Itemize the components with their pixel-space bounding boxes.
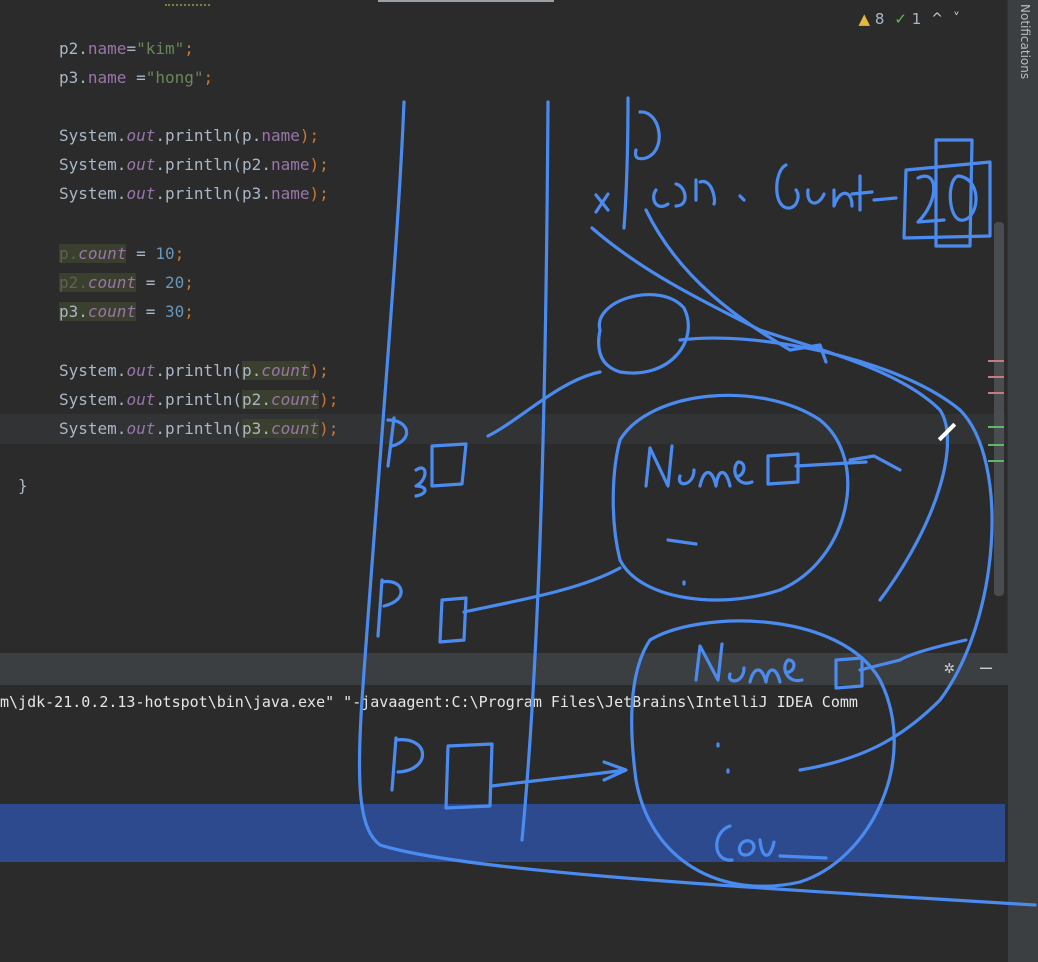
inspections-widget[interactable]: ▲ 8 ✓ 1 ^ ˅ — [858, 8, 960, 30]
change-stripe-mark[interactable] — [988, 426, 1004, 428]
warning-triangle-icon: ▲ — [858, 10, 871, 28]
change-stripe-mark[interactable] — [988, 444, 1004, 446]
error-underline — [165, 0, 210, 6]
editor-scrollbar[interactable] — [994, 222, 1004, 596]
gear-icon[interactable]: ✲ — [944, 657, 955, 678]
notifications-tab[interactable]: Notifications — [1018, 4, 1032, 79]
console-selection — [0, 804, 1005, 862]
code-line[interactable]: System.out.println(p.name); — [59, 124, 319, 148]
error-stripe-mark[interactable] — [988, 376, 1004, 378]
code-line[interactable]: p.count = 10; — [59, 242, 184, 266]
warnings-count[interactable]: ▲ 8 — [858, 10, 884, 28]
active-tab-indicator — [378, 0, 554, 2]
error-stripe-mark[interactable] — [988, 392, 1004, 394]
error-stripe-mark[interactable] — [988, 360, 1004, 362]
chevron-up-icon[interactable]: ^ — [931, 11, 943, 27]
ok-count[interactable]: ✓ 1 — [894, 10, 921, 28]
code-editor[interactable]: p2.name="kim"; p3.name ="hong"; System.o… — [0, 0, 1008, 652]
code-line[interactable]: p2.name="kim"; — [59, 37, 194, 61]
code-line[interactable]: System.out.println(p2.name); — [59, 153, 329, 177]
code-line[interactable]: System.out.println(p3.name); — [59, 182, 329, 206]
change-stripe-mark[interactable] — [988, 460, 1004, 462]
code-line[interactable]: p3.count = 30; — [59, 300, 194, 324]
right-tool-strip: Notifications — [1007, 0, 1038, 962]
code-line[interactable]: p2.count = 20; — [59, 271, 194, 295]
code-line[interactable]: p3.name ="hong"; — [59, 66, 213, 90]
code-line[interactable]: System.out.println(p3.count); — [59, 417, 338, 441]
run-panel-header — [0, 652, 1008, 685]
chevron-down-icon[interactable]: ˅ — [953, 11, 960, 27]
code-line[interactable]: System.out.println(p.count); — [59, 359, 329, 383]
minimize-icon[interactable]: – — [980, 655, 992, 679]
code-line[interactable]: System.out.println(p2.count); — [59, 388, 338, 412]
closing-brace: } — [18, 476, 28, 495]
console-command-line: m\jdk-21.0.2.13-hotspot\bin\java.exe" "-… — [0, 693, 858, 711]
check-icon: ✓ — [894, 10, 907, 28]
